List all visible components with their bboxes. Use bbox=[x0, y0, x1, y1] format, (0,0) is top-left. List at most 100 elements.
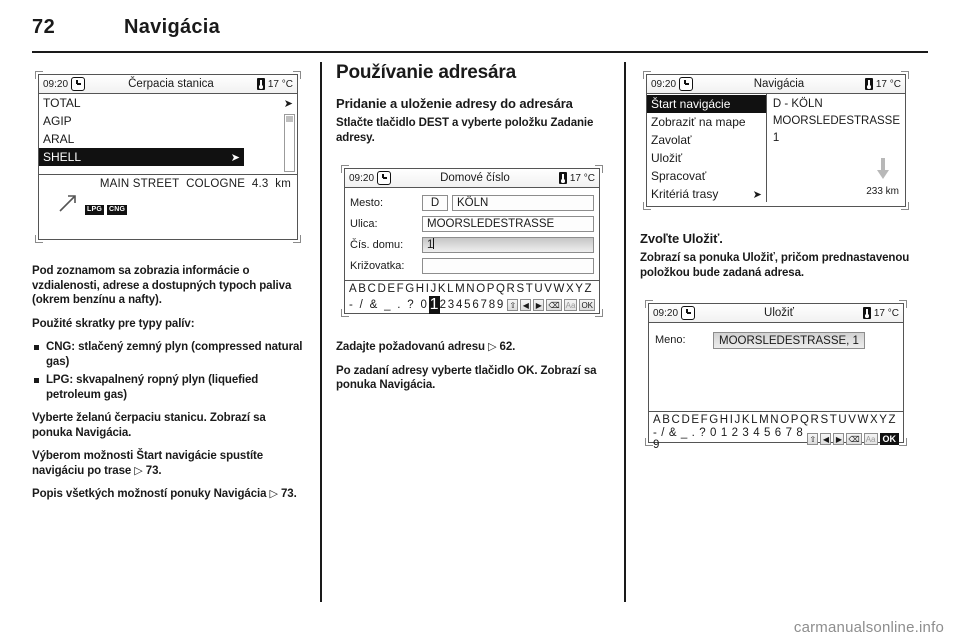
paragraph-fuel-info: Pod zoznamom sa zobrazia informácie o vz… bbox=[32, 265, 292, 306]
backspace-key-icon[interactable]: ⌫ bbox=[846, 433, 862, 445]
corner-mark-icon bbox=[899, 300, 907, 308]
thermometer-icon bbox=[558, 172, 567, 184]
list-item[interactable]: TOTAL ➤ bbox=[39, 94, 297, 112]
figure-house-number: 09:20 Domové číslo 17 °C Mesto: D KÖLN U… bbox=[336, 154, 608, 330]
menu-item-start-guidance[interactable]: Štart navigácie bbox=[647, 95, 766, 113]
list-item[interactable]: ARAL ➤ bbox=[39, 130, 297, 148]
form-row-intersection[interactable]: Križovatka: bbox=[345, 255, 599, 276]
list-item[interactable]: AGIP ➤ bbox=[39, 112, 297, 130]
destination-street: MOORSLEDESTRASSE bbox=[772, 115, 900, 127]
form-row-city[interactable]: Mesto: D KÖLN bbox=[345, 192, 599, 213]
fuel-type-tags: LPG CNG bbox=[85, 205, 128, 215]
case-toggle-key[interactable]: Aa bbox=[863, 433, 878, 445]
cross-reference-page: 62. bbox=[499, 341, 516, 353]
form-row-house-number[interactable]: Čís. domu: 1 bbox=[345, 234, 599, 255]
list-item: CNG: stlačený zemný plyn (compressed nat… bbox=[32, 340, 304, 369]
save-name-row[interactable]: Meno: MOORSLEDESTRASSE, 1 bbox=[649, 323, 903, 351]
keyboard-symbols[interactable]: - / & _ . ? 0 1 2 3 4 5 6 7 8 9 bbox=[653, 427, 807, 451]
menu-item-route-criteria[interactable]: Kritériá trasy ➤ bbox=[647, 185, 766, 203]
direction-arrow-icon bbox=[59, 195, 76, 212]
menu-item-label: Zobraziť na mape bbox=[651, 115, 746, 129]
corner-mark-icon bbox=[901, 202, 909, 210]
street-field[interactable]: MOORSLEDESTRASSE bbox=[422, 215, 594, 232]
cursor-left-key-icon[interactable]: ◀ bbox=[520, 299, 532, 311]
corner-mark-icon bbox=[35, 71, 43, 79]
scrollbar[interactable] bbox=[284, 114, 295, 172]
cursor-right-key-icon[interactable]: ▶ bbox=[533, 299, 545, 311]
menu-item-label: Kritériá trasy bbox=[651, 187, 719, 201]
screen-fuel-station: 09:20 Čerpacia stanica 17 °C TOTAL ➤ AGI… bbox=[35, 71, 301, 243]
intersection-field[interactable] bbox=[422, 257, 594, 274]
temperature-value: 17 °C bbox=[873, 307, 899, 319]
corner-mark-icon bbox=[293, 71, 301, 79]
city-field[interactable]: KÖLN bbox=[452, 194, 594, 211]
figure-save-screen: 09:20 Uložiť 17 °C Meno: MOORSLEDESTRASS… bbox=[640, 289, 912, 459]
paragraph-confirm-ok: Po zadaní adresy vyberte tlačidlo OK. Zo… bbox=[336, 364, 597, 392]
list-item-selected[interactable]: SHELL ➤ bbox=[39, 148, 244, 166]
cursor-left-key-icon[interactable]: ◀ bbox=[820, 433, 832, 445]
column-divider-1 bbox=[320, 62, 322, 602]
poi-distance: 4.3 bbox=[251, 178, 269, 190]
keyboard-row-symbols[interactable]: - / & _ . ? 0 1 2 3 4 5 6 7 8 9 ⇧ ◀ ▶ ⌫ … bbox=[653, 427, 899, 451]
menu-item-call[interactable]: Zavolať bbox=[647, 131, 766, 149]
shift-key-icon[interactable]: ⇧ bbox=[507, 299, 519, 311]
menu-item-edit[interactable]: Spracovať bbox=[647, 167, 766, 185]
keyboard-row-letters[interactable]: ABCDEFGHIJKLMNOPQRSTUVWXYZ bbox=[349, 283, 595, 296]
paragraph-dest-button: Stlačte tlačidlo DEST a vyberte položku … bbox=[336, 117, 594, 144]
paragraph-nav-options: Popis všetkých možností ponuky Navigácia… bbox=[32, 487, 304, 502]
ok-key[interactable]: OK bbox=[579, 299, 595, 311]
screen-title: Čerpacia stanica bbox=[128, 78, 214, 90]
name-field[interactable]: MOORSLEDESTRASSE, 1 bbox=[713, 331, 865, 349]
paragraph-select-station: Vyberte želanú čerpaciu stanicu. Zobrazí… bbox=[32, 411, 304, 440]
keyboard-row-symbols[interactable]: - / & _ . ? 0 1 23456789 ⇧ ◀ ▶ ⌫ Aa OK bbox=[349, 296, 595, 314]
clock-time: 09:20 bbox=[653, 307, 679, 319]
menu-item-show-on-map[interactable]: Zobraziť na mape bbox=[647, 113, 766, 131]
distance-indicator: 233 km bbox=[866, 158, 899, 199]
navigation-menu-list[interactable]: Štart navigácie Zobraziť na mape Zavolať… bbox=[647, 94, 767, 202]
down-arrow-icon bbox=[876, 158, 889, 179]
keyboard-key-selected[interactable]: 1 bbox=[428, 296, 440, 314]
ok-key[interactable]: OK bbox=[879, 433, 899, 445]
screen-title: Domové číslo bbox=[440, 172, 510, 184]
form-row-street[interactable]: Ulica: MOORSLEDESTRASSE bbox=[345, 213, 599, 234]
field-label: Ulica: bbox=[350, 217, 378, 230]
menu-item-save[interactable]: Uložiť bbox=[647, 149, 766, 167]
backspace-key-icon[interactable]: ⌫ bbox=[546, 299, 562, 311]
cross-reference-icon: ▷ bbox=[269, 487, 278, 500]
keyboard-function-keys[interactable]: ⇧ ◀ ▶ ⌫ Aa OK bbox=[507, 299, 595, 311]
poi-detail-panel: MAIN STREET COLOGNE 4.3 km LPG CNG bbox=[39, 174, 297, 220]
distance-value: 233 km bbox=[866, 186, 899, 197]
chevron-right-icon: ➤ bbox=[283, 97, 293, 110]
section-heading: Používanie adresára bbox=[336, 62, 516, 83]
list-item-label: SHELL bbox=[43, 150, 82, 164]
cross-reference-page: 73. bbox=[145, 464, 162, 477]
temperature-readout: 17 °C bbox=[256, 78, 293, 90]
cross-reference-icon: ▷ bbox=[488, 340, 497, 353]
keyboard-symbols-pre[interactable]: - / & _ . ? 0 bbox=[349, 299, 429, 311]
cursor-right-key-icon[interactable]: ▶ bbox=[833, 433, 845, 445]
house-number-field[interactable]: 1 bbox=[422, 236, 594, 253]
clock-icon bbox=[679, 77, 694, 91]
shift-key-icon[interactable]: ⇧ bbox=[807, 433, 819, 445]
keyboard-symbols-post[interactable]: 23456789 bbox=[440, 299, 506, 311]
poi-address-line: MAIN STREET COLOGNE 4.3 km bbox=[43, 178, 293, 190]
on-screen-keyboard[interactable]: ABCDEFGHIJKLMNOPQRSTUVWXYZ - / & _ . ? 0… bbox=[345, 280, 599, 317]
case-toggle-key[interactable]: Aa bbox=[563, 299, 578, 311]
temperature-readout: 17 °C bbox=[862, 307, 899, 319]
on-screen-keyboard[interactable]: ABCDEFGHIJKLMNOPQRSTUVWXYZ - / & _ . ? 0… bbox=[649, 411, 903, 454]
keyboard-row-letters[interactable]: ABCDEFGHIJKLMNOPQRSTUVWXYZ bbox=[653, 414, 899, 427]
keyboard-function-keys[interactable]: ⇧ ◀ ▶ ⌫ Aa OK bbox=[807, 433, 899, 445]
paragraph-save-menu: Zobrazí sa ponuka Uložiť, pričom prednas… bbox=[640, 252, 910, 279]
screen-title: Uložiť bbox=[764, 307, 794, 319]
thermometer-icon bbox=[256, 78, 265, 90]
fuel-station-list[interactable]: TOTAL ➤ AGIP ➤ ARAL ➤ SHELL ➤ bbox=[39, 94, 297, 174]
address-form[interactable]: Mesto: D KÖLN Ulica: MOORSLEDESTRASSE Čí… bbox=[345, 188, 599, 276]
paragraph-abbrev-intro: Použité skratky pre typy palív: bbox=[32, 317, 195, 330]
figure-fuel-station: 09:20 Čerpacia stanica 17 °C TOTAL ➤ AGI… bbox=[32, 62, 304, 254]
scrollbar-thumb[interactable] bbox=[286, 116, 293, 122]
menu-item-label: Uložiť bbox=[651, 151, 683, 165]
navigation-menu-body: Štart navigácie Zobraziť na mape Zavolať… bbox=[647, 94, 905, 202]
country-code-field[interactable]: D bbox=[422, 194, 448, 211]
corner-mark-icon bbox=[341, 165, 349, 173]
header-divider bbox=[32, 51, 928, 53]
